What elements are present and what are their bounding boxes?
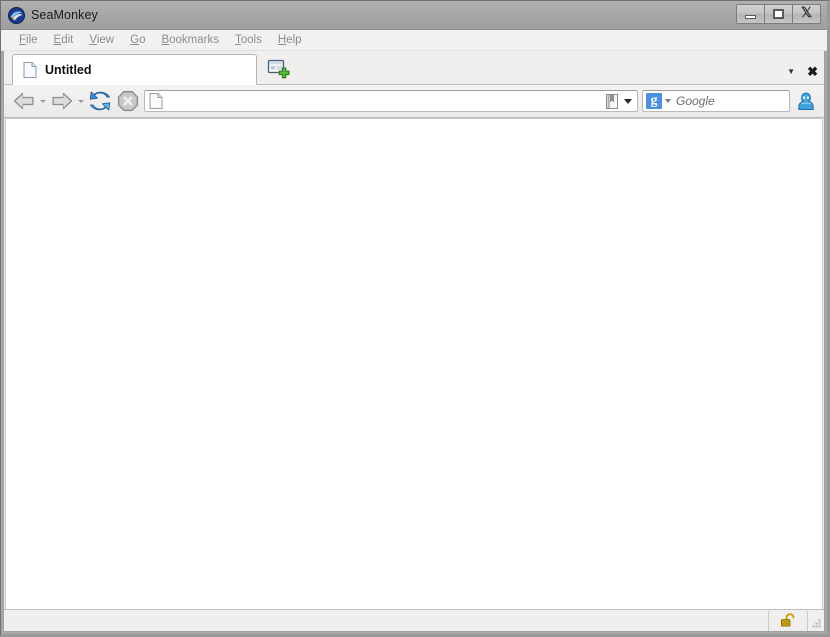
blank-page-icon	[149, 93, 163, 109]
close-icon: 𝕏	[800, 6, 813, 21]
chevron-down-icon	[624, 98, 632, 104]
forward-history-dropdown[interactable]	[76, 88, 86, 114]
menu-help[interactable]: Help	[270, 30, 310, 50]
close-tab-icon[interactable]: ✖	[807, 65, 818, 78]
menu-tools[interactable]: Tools	[227, 30, 270, 50]
close-button[interactable]: 𝕏	[792, 4, 821, 24]
tab-untitled[interactable]: Untitled	[12, 54, 257, 85]
reload-icon	[89, 91, 111, 111]
menu-edit[interactable]: Edit	[46, 30, 82, 50]
title-bar[interactable]: SeaMonkey 𝕏	[1, 1, 827, 30]
window-title: SeaMonkey	[31, 8, 98, 22]
page-content-area[interactable]	[5, 118, 823, 609]
back-history-dropdown[interactable]	[38, 88, 48, 114]
chevron-down-icon	[665, 99, 671, 103]
tab-bar-controls: ▼ ✖	[787, 65, 818, 78]
menu-file[interactable]: File	[11, 30, 46, 50]
chevron-down-icon	[40, 99, 46, 103]
minimize-button[interactable]	[736, 4, 765, 24]
minimize-icon	[745, 14, 756, 19]
seamonkey-logo-icon	[8, 6, 25, 24]
chevron-down-icon	[78, 99, 84, 103]
status-bar	[4, 609, 824, 631]
navigation-toolbar: g	[4, 85, 824, 118]
browser-window: SeaMonkey 𝕏 File Edit View Go Bookmarks …	[0, 0, 830, 637]
tab-bar: Untitled ▼ ✖	[4, 51, 824, 85]
menu-view[interactable]: View	[81, 30, 122, 50]
back-arrow-icon	[13, 92, 34, 110]
contact-sidebar-icon	[798, 92, 814, 110]
maximize-icon	[773, 9, 784, 19]
unlocked-padlock-icon	[780, 613, 794, 627]
maximize-button[interactable]	[764, 4, 793, 24]
search-engine-dropdown[interactable]	[662, 99, 674, 103]
search-bar[interactable]: g	[642, 90, 790, 112]
stop-icon	[117, 90, 139, 112]
security-status-button[interactable]	[769, 610, 807, 631]
window-controls: 𝕏	[736, 4, 821, 24]
forward-button[interactable]	[48, 88, 76, 114]
stop-button[interactable]	[114, 88, 142, 114]
back-button[interactable]	[10, 88, 38, 114]
url-input[interactable]	[163, 92, 603, 110]
menu-bookmarks[interactable]: Bookmarks	[153, 30, 227, 50]
location-bar[interactable]	[144, 90, 638, 112]
reload-button[interactable]	[86, 88, 114, 114]
tab-label: Untitled	[45, 62, 92, 77]
search-input[interactable]	[674, 93, 786, 109]
forward-arrow-icon	[52, 92, 73, 110]
google-search-icon[interactable]: g	[646, 93, 662, 109]
bookmark-icon[interactable]	[603, 92, 621, 110]
menu-bar: File Edit View Go Bookmarks Tools Help	[1, 30, 827, 51]
contact-sidebar-button[interactable]	[794, 88, 818, 114]
chevron-down-icon[interactable]: ▼	[787, 67, 795, 76]
browser-chrome: Untitled ▼ ✖ g Google	[3, 51, 825, 632]
blank-page-icon	[23, 61, 37, 78]
location-dropdown-button[interactable]	[621, 92, 635, 110]
resize-grip-icon[interactable]	[808, 610, 824, 631]
menu-go[interactable]: Go	[122, 30, 153, 50]
new-tab-button[interactable]	[264, 56, 292, 82]
new-tab-plus-icon	[267, 59, 290, 79]
